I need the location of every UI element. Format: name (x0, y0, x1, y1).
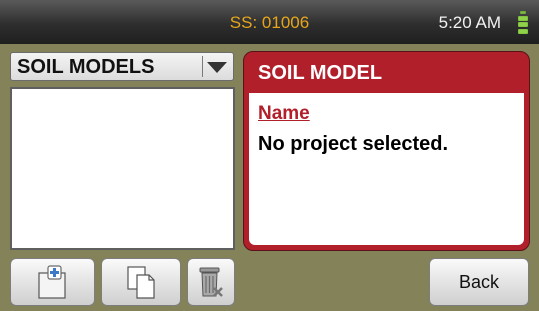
chevron-down-icon[interactable] (207, 62, 227, 73)
model-type-dropdown[interactable]: SOIL MODELS (10, 52, 234, 81)
status-bar: SS: 01006 5:20 AM (0, 0, 539, 44)
card-body: Name No project selected. (249, 93, 524, 245)
name-field-value: No project selected. (258, 133, 449, 155)
trash-delete-icon (199, 267, 223, 297)
copy-model-button[interactable] (101, 258, 181, 306)
copy-document-icon (127, 266, 155, 299)
clock: 5:20 AM (438, 13, 501, 32)
add-document-icon (37, 265, 66, 299)
delete-model-button[interactable] (187, 258, 235, 306)
dropdown-selected-value: SOIL MODELS (17, 56, 155, 78)
card-title: SOIL MODEL (258, 62, 383, 84)
battery-icon (518, 11, 528, 34)
back-button-label: Back (458, 271, 500, 292)
back-button[interactable]: Back (429, 258, 529, 306)
device-screen: SS: 01006 5:20 AM SOIL MODELS Back SOIL … (0, 0, 539, 311)
dropdown-divider (202, 56, 203, 77)
soil-model-card: SOIL MODEL Name No project selected. (243, 51, 530, 251)
name-field-label[interactable]: Name (258, 103, 310, 125)
soil-models-list[interactable] (10, 87, 235, 250)
add-model-button[interactable] (10, 258, 95, 306)
